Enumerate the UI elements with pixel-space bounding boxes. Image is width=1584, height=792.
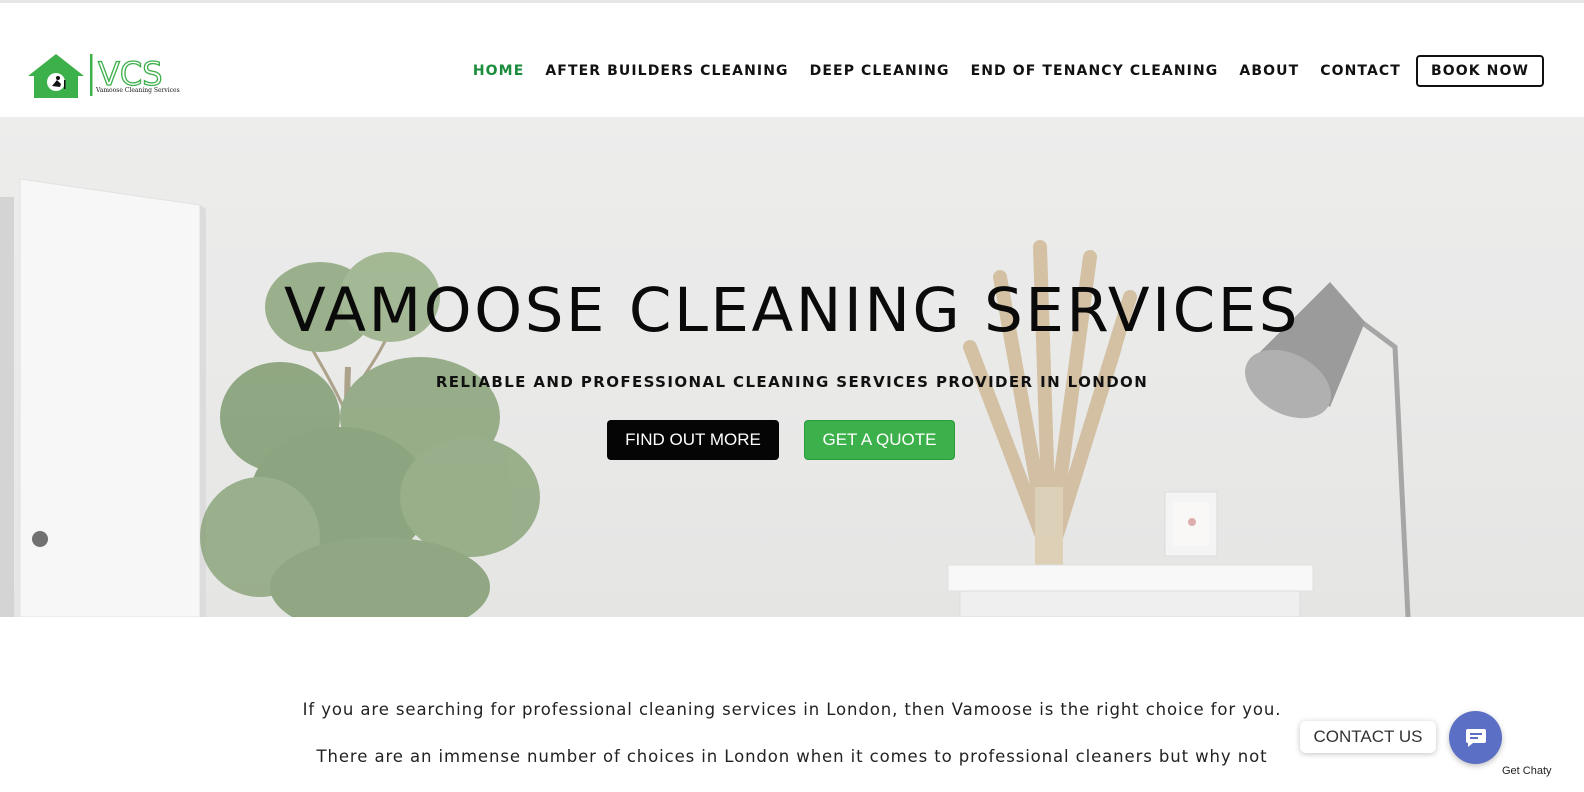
hero-title: VAMOOSE CLEANING SERVICES — [283, 275, 1300, 346]
hero-section: VAMOOSE CLEANING SERVICES RELIABLE AND P… — [0, 117, 1584, 617]
intro-paragraph-1: If you are searching for professional cl… — [302, 700, 1282, 719]
nav-after-builders-cleaning[interactable]: AFTER BUILDERS CLEANING — [545, 63, 788, 79]
house-logo-icon — [28, 54, 84, 98]
site-header: VCS Vamoose Cleaning Services HOME AFTER… — [0, 3, 1584, 117]
find-out-more-button[interactable]: FIND OUT MORE — [607, 420, 779, 460]
book-now-button[interactable]: BOOK NOW — [1415, 55, 1544, 87]
chat-widget-label[interactable]: CONTACT US — [1300, 721, 1436, 753]
nav-deep-cleaning[interactable]: DEEP CLEANING — [810, 63, 950, 79]
hero-background-image — [0, 117, 1584, 617]
hero-subtitle: RELIABLE AND PROFESSIONAL CLEANING SERVI… — [435, 373, 1149, 391]
nav-about[interactable]: ABOUT — [1239, 63, 1299, 79]
nav-home[interactable]: HOME — [473, 63, 525, 79]
chat-widget-button[interactable] — [1449, 711, 1502, 764]
intro-section: If you are searching for professional cl… — [0, 617, 1584, 792]
nav-contact[interactable]: CONTACT — [1320, 63, 1401, 79]
get-chaty-link[interactable]: Get Chaty — [1502, 765, 1552, 777]
chat-bubble-icon — [1465, 728, 1486, 747]
main-nav: HOME AFTER BUILDERS CLEANING DEEP CLEANI… — [452, 55, 1544, 87]
logo-subtitle: Vamoose Cleaning Services — [96, 87, 180, 94]
nav-end-of-tenancy-cleaning[interactable]: END OF TENANCY CLEANING — [971, 63, 1219, 79]
get-a-quote-button[interactable]: GET A QUOTE — [804, 420, 955, 460]
